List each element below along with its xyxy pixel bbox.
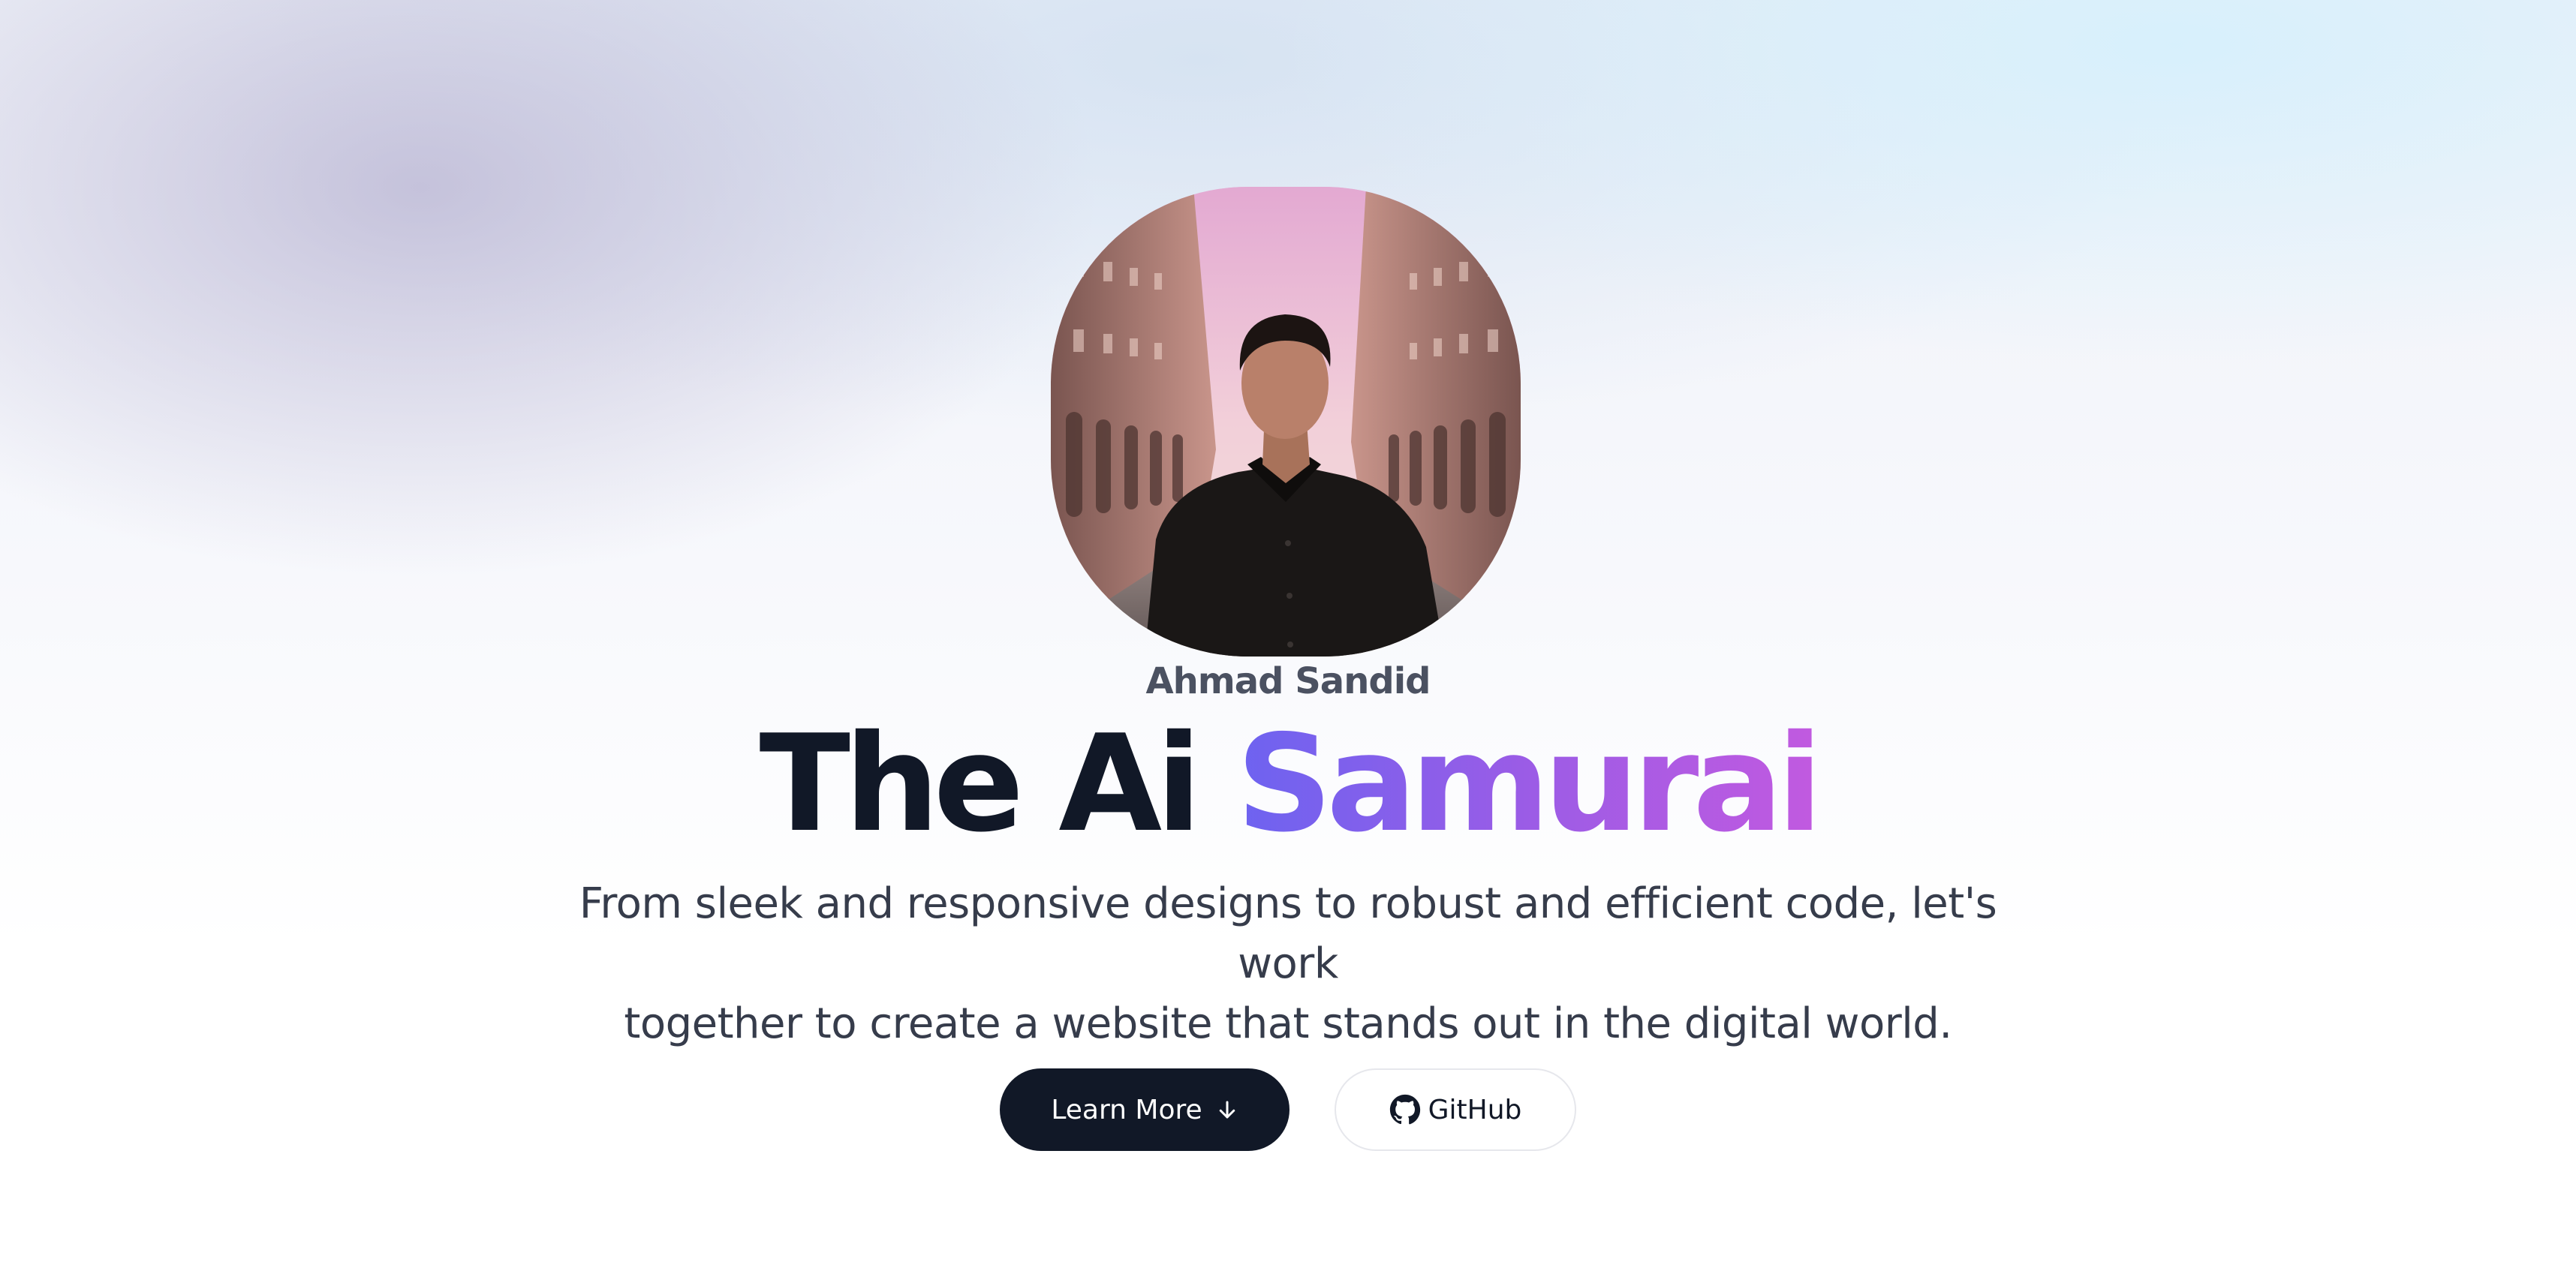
github-icon xyxy=(1389,1094,1421,1125)
hero-actions: Learn More GitHub xyxy=(0,1068,2576,1151)
subtitle-line-1: From sleek and responsive designs to rob… xyxy=(579,879,1997,988)
subtitle-line-2: together to create a website that stands… xyxy=(624,999,1952,1048)
hero-section: Ahmad Sandid The Ai Samurai From sleek a… xyxy=(0,0,2576,1262)
hero-subtitle: From sleek and responsive designs to rob… xyxy=(525,874,2051,1054)
title-accent-part: Samurai xyxy=(1236,706,1822,861)
learn-more-button[interactable]: Learn More xyxy=(1000,1068,1290,1151)
page-title: The Ai Samurai xyxy=(0,713,2576,855)
page: Ahmad Sandid The Ai Samurai From sleek a… xyxy=(0,0,2576,1262)
learn-more-label: Learn More xyxy=(1051,1094,1202,1125)
github-button[interactable]: GitHub xyxy=(1335,1068,1576,1151)
arrow-down-icon xyxy=(1216,1098,1238,1121)
avatar xyxy=(1051,187,1521,657)
github-label: GitHub xyxy=(1428,1094,1522,1125)
title-dark-part: The Ai xyxy=(759,706,1237,861)
author-name: Ahmad Sandid xyxy=(1145,660,1431,702)
